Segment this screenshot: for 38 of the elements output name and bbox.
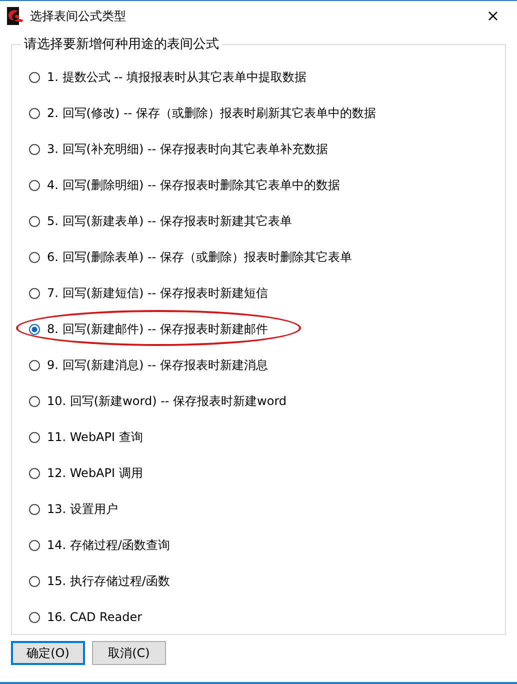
radio-button[interactable] <box>29 432 40 442</box>
radio-button[interactable] <box>29 324 40 334</box>
option-label[interactable]: 9. 回写(新建消息) -- 保存报表时新建消息 <box>47 356 268 374</box>
option-label[interactable]: 11. WebAPI 查询 <box>47 428 143 446</box>
app-logo-icon <box>6 7 24 25</box>
radio-button[interactable] <box>29 360 40 370</box>
radio-button[interactable] <box>29 252 40 262</box>
option-label[interactable]: 3. 回写(补充明细) -- 保存报表时向其它表单补充数据 <box>47 140 328 158</box>
option-label[interactable]: 15. 执行存储过程/函数 <box>47 572 170 590</box>
option-label[interactable]: 7. 回写(新建短信) -- 保存报表时新建短信 <box>47 284 268 302</box>
option-label[interactable]: 5. 回写(新建表单) -- 保存报表时新建其它表单 <box>47 212 292 230</box>
radio-button[interactable] <box>29 216 40 226</box>
radio-button[interactable] <box>29 468 40 478</box>
ok-button[interactable]: 确定(O) <box>11 641 85 665</box>
cancel-button[interactable]: 取消(C) <box>92 641 166 665</box>
option-label[interactable]: 4. 回写(删除明细) -- 保存报表时删除其它表单中的数据 <box>47 176 340 194</box>
window-title: 选择表间公式类型 <box>30 8 126 24</box>
radio-button[interactable] <box>29 288 40 298</box>
option-label[interactable]: 2. 回写(修改) -- 保存（或删除）报表时刷新其它表单中的数据 <box>47 104 376 122</box>
option-label[interactable]: 10. 回写(新建word) -- 保存报表时新建word <box>47 392 287 410</box>
radio-button[interactable] <box>29 108 40 118</box>
radio-button[interactable] <box>29 540 40 550</box>
option-label[interactable]: 13. 设置用户 <box>47 500 118 518</box>
radio-button[interactable] <box>29 612 40 622</box>
radio-button[interactable] <box>29 72 40 82</box>
radio-button[interactable] <box>29 396 40 406</box>
option-label[interactable]: 6. 回写(删除表单) -- 保存（或删除）报表时删除其它表单 <box>47 248 352 266</box>
radio-button[interactable] <box>29 504 40 514</box>
group-title: 请选择要新增何种用途的表间公式 <box>23 36 220 53</box>
option-label[interactable]: 12. WebAPI 调用 <box>47 464 143 482</box>
option-label[interactable]: 14. 存储过程/函数查询 <box>47 536 170 554</box>
option-label[interactable]: 8. 回写(新建邮件) -- 保存报表时新建邮件 <box>47 320 268 338</box>
radio-button[interactable] <box>29 576 40 586</box>
radio-button[interactable] <box>29 144 40 154</box>
radio-button[interactable] <box>29 180 40 190</box>
option-label[interactable]: 1. 提数公式 -- 填报报表时从其它表单中提取数据 <box>47 68 307 86</box>
close-icon[interactable] <box>488 11 498 21</box>
option-label[interactable]: 16. CAD Reader <box>47 610 142 624</box>
